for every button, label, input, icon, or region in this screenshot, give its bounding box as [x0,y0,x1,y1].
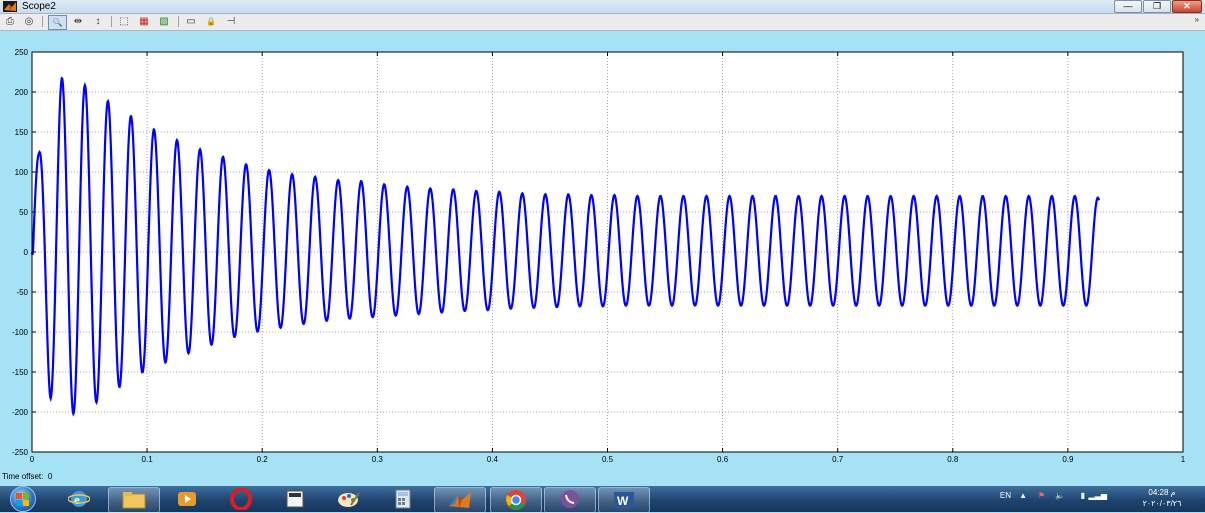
floating-scope-icon: ▭ [186,16,196,27]
lock-axes-button[interactable]: 🔒 [204,15,218,28]
y-tick-label: 250 [15,48,29,57]
svg-text:W: W [617,494,629,508]
y-tick-label: -150 [12,368,29,377]
signal-icon[interactable]: ▂▃▅ [1089,491,1107,500]
maximize-icon: ❐ [1152,1,1162,11]
x-tick-label: 0.2 [257,455,269,464]
taskbar-paint[interactable] [324,487,374,511]
time-offset-label: Time offset: [2,472,44,481]
volume-icon[interactable]: 🔈 [1055,491,1065,500]
x-tick-label: 0.8 [947,455,959,464]
signal-selection-icon: ⊣ [226,16,236,27]
time-offset-value: 0 [47,472,53,481]
viber-icon [561,490,579,508]
clock[interactable]: 04:28 م ٢٠٢٠/٠٣/٢٦ [1127,487,1197,509]
taskbar: e W EN ▲ ⚑ 🔈 ▮ ▂▃▅ 04:28 م ٢٠٢٠/٠٣/٢٦ [0,486,1205,513]
zoom-x-icon: ⇹ [73,16,83,27]
calculator-icon [395,489,411,509]
signal-selection-button[interactable]: ⊣ [224,15,238,28]
x-tick-label: 0.3 [372,455,384,464]
y-tick-label: -100 [12,328,29,337]
x-tick-label: 0.1 [142,455,154,464]
toolbar-separator [42,16,43,27]
taskbar-media-player[interactable] [162,487,212,511]
clock-date: ٢٠٢٠/٠٣/٢٦ [1142,499,1182,508]
window-titlebar: Scope2 — ❐ ✕ [0,0,1205,14]
print-icon: ⎙ [6,16,14,27]
maximize-button[interactable]: ❐ [1143,0,1171,13]
matlab-icon [3,1,17,12]
taskbar-calculator-app[interactable] [270,487,320,511]
save-axes-icon: ▦ [139,16,149,27]
x-tick-label: 0.5 [602,455,614,464]
y-tick-label: 150 [15,128,29,137]
opera-icon [230,488,252,510]
zoom-y-icon: ↕ [95,16,101,27]
x-tick-label: 0.7 [832,455,844,464]
restore-axes-icon: ▧ [159,16,169,27]
autoscale-button[interactable]: ⬚ [117,15,131,28]
network-warning-icon[interactable]: ⚑ [1038,491,1045,500]
taskbar-chrome[interactable] [490,487,542,513]
zoom-y-button[interactable]: ↕ [91,15,105,28]
word-icon: W [614,492,634,508]
folder-icon [122,492,146,509]
zoom-x-button[interactable]: ⇹ [71,15,85,28]
close-icon: ✕ [1183,1,1191,11]
lock-icon: 🔒 [206,17,216,26]
x-tick-label: 0.9 [1062,455,1074,464]
y-tick-label: 200 [15,88,29,97]
minimize-icon: — [1123,1,1133,11]
taskbar-opera[interactable] [216,487,266,511]
parameters-button[interactable]: ◎ [22,15,36,28]
minimize-button[interactable]: — [1114,0,1142,13]
x-tick-label: 0.6 [717,455,729,464]
x-tick-label: 1 [1181,455,1186,464]
power-icon[interactable]: ▮ [1081,491,1085,500]
paint-icon [338,492,360,507]
svg-text:e: e [74,492,80,507]
y-tick-label: -50 [16,288,28,297]
language-indicator[interactable]: EN [1000,491,1011,500]
save-axes-button[interactable]: ▦ [137,15,151,28]
window-title: Scope2 [22,1,56,12]
scope-toolbar: ⎙ ◎ 🔍 ⇹ ↕ ⬚ ▦ ▧ ▭ 🔒 ⊣ » [0,14,1205,31]
autoscale-icon: ⬚ [119,16,129,27]
taskbar-file-explorer[interactable] [108,487,160,513]
y-tick-label: 50 [19,208,28,217]
internet-explorer-icon: e [68,491,90,507]
zoom-in-button[interactable]: 🔍 [48,15,67,30]
show-hidden-icons-icon[interactable]: ▲ [1019,491,1027,500]
start-button[interactable] [5,486,41,512]
y-tick-label: -200 [12,408,29,417]
chrome-icon [506,490,526,510]
scope-plot[interactable]: 250 200 150 100 50 0 -50 -100 -150 -200 -250 0 0.1 0… [0,31,1205,472]
media-player-icon [178,492,196,506]
matlab-icon [449,492,471,508]
print-button[interactable]: ⎙ [3,15,17,28]
close-button[interactable]: ✕ [1172,0,1202,13]
taskbar-internet-explorer[interactable]: e [54,487,104,511]
taskbar-matlab[interactable] [434,487,486,513]
taskbar-calculator[interactable] [378,487,428,511]
toolbar-separator [111,16,112,27]
zoom-in-icon: 🔍 [52,18,63,27]
parameters-icon: ◎ [24,16,34,27]
time-offset-readout: Time offset: 0 [2,472,52,482]
toolbar-separator [178,16,179,27]
y-tick-label: 0 [24,248,29,257]
x-tick-label: 0.4 [487,455,499,464]
floating-scope-button[interactable]: ▭ [184,15,198,28]
x-tick-label: 0 [30,455,35,464]
toolbar-overflow-icon[interactable]: » [1195,15,1199,24]
y-tick-label: -250 [12,448,29,457]
taskbar-word[interactable]: W [598,487,650,513]
taskbar-viber[interactable] [544,487,596,513]
y-tick-label: 100 [15,168,29,177]
calculator-app-icon [286,490,304,508]
windows-logo-icon [10,486,36,512]
restore-axes-button[interactable]: ▧ [157,15,171,28]
clock-time: 04:28 م [1148,488,1176,497]
